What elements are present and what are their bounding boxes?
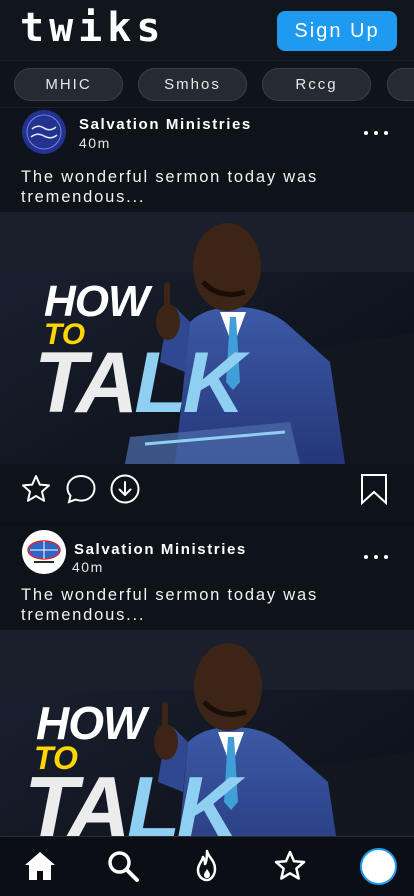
- tab-mhic[interactable]: MHIC: [14, 68, 123, 101]
- fire-icon[interactable]: [190, 849, 224, 883]
- bookmark-icon[interactable]: [358, 473, 390, 505]
- post-card: Salvation Ministries 40m The wonderful s…: [0, 108, 414, 521]
- post-time: 40m: [79, 135, 111, 151]
- post-caption: The wonderful sermon today was tremendou…: [21, 586, 319, 624]
- author-name[interactable]: Salvation Ministries: [74, 541, 247, 558]
- post-actions: [0, 464, 414, 514]
- app-logo[interactable]: twiks: [20, 6, 165, 50]
- more-options-icon[interactable]: [362, 552, 390, 562]
- profile-avatar[interactable]: [360, 848, 397, 885]
- author-name[interactable]: Salvation Ministries: [79, 116, 252, 133]
- tab-rccg[interactable]: Rccg: [262, 68, 371, 101]
- salvation-ministries-logo-icon: [22, 530, 66, 574]
- comment-icon[interactable]: [65, 473, 97, 505]
- search-icon[interactable]: [106, 849, 140, 883]
- app-header: twiks Sign Up: [0, 0, 414, 60]
- home-icon[interactable]: [23, 849, 57, 883]
- post-caption: The wonderful sermon today was tremendou…: [21, 168, 319, 206]
- post-image[interactable]: HOW TO TALK: [0, 212, 414, 464]
- star-icon[interactable]: [20, 473, 52, 505]
- author-avatar[interactable]: [22, 530, 66, 574]
- tab-smhos[interactable]: Smhos: [138, 68, 247, 101]
- category-tabs: MHIC Smhos Rccg: [0, 60, 414, 108]
- post-time: 40m: [72, 559, 104, 575]
- clever-scientist-logo-icon: [22, 110, 66, 154]
- star-icon[interactable]: [273, 849, 307, 883]
- graphic-title-talk: TALK: [34, 335, 245, 431]
- sign-up-button[interactable]: Sign Up: [277, 11, 397, 51]
- post-card: Salvation Ministries 40m The wonderful s…: [0, 526, 414, 882]
- author-avatar[interactable]: [22, 110, 66, 154]
- download-icon[interactable]: [109, 473, 141, 505]
- bottom-navigation: [0, 836, 414, 896]
- more-options-icon[interactable]: [362, 128, 390, 138]
- tab-more[interactable]: [387, 68, 414, 101]
